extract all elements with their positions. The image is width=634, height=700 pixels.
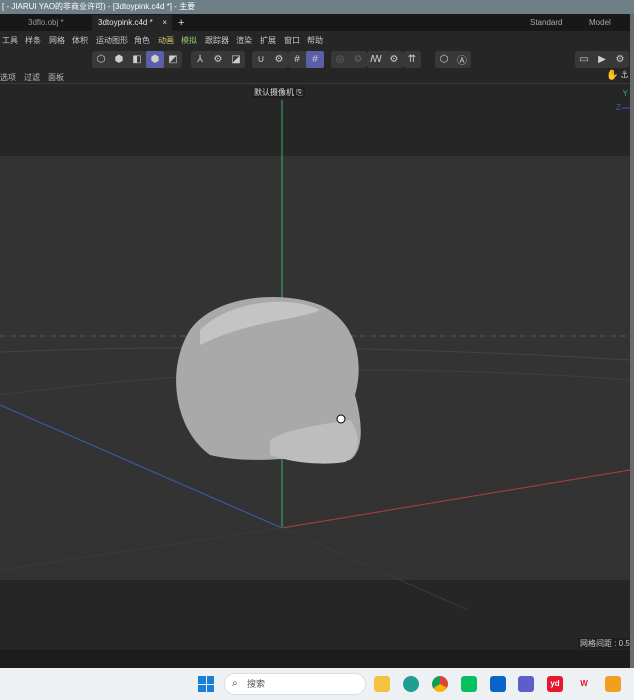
text-a-icon[interactable]: Ⓐ bbox=[453, 51, 471, 68]
pan-hand-icon[interactable]: ✋ bbox=[606, 70, 618, 81]
viewport-panel[interactable]: 面板 bbox=[48, 72, 64, 83]
windows-start-icon[interactable] bbox=[198, 676, 214, 692]
solo-icon[interactable]: ◪ bbox=[227, 51, 245, 68]
3d-viewport[interactable]: Y Z 默认摄像机 ⎘ 网格间距 : 0.5 cm bbox=[0, 84, 630, 650]
layout-model[interactable]: Model bbox=[589, 15, 611, 31]
texture-mode-icon[interactable]: ◩ bbox=[164, 51, 182, 68]
magnet-snap-icon[interactable]: ∪ bbox=[252, 51, 270, 68]
outlook-icon[interactable] bbox=[490, 676, 506, 692]
viewport-filter[interactable]: 过滤 bbox=[24, 72, 40, 83]
grid-lock-icon[interactable]: # bbox=[306, 51, 324, 68]
view-icon[interactable]: ⬡ bbox=[435, 51, 453, 68]
chrome-icon[interactable] bbox=[432, 676, 448, 692]
taskbar: ⌕ 搜索 yd W bbox=[0, 668, 634, 700]
wechat-icon[interactable] bbox=[461, 676, 477, 692]
tab-label: 3dtoypink.c4d * bbox=[98, 18, 153, 27]
grid-icon[interactable]: # bbox=[288, 51, 306, 68]
scene: Y Z bbox=[0, 84, 630, 650]
status-bar bbox=[0, 650, 630, 668]
edges-mode-icon[interactable]: ⬢ bbox=[110, 51, 128, 68]
snap-settings-gear-icon[interactable]: ⚙ bbox=[270, 51, 288, 68]
menu-mograph[interactable]: 运动图形 bbox=[96, 35, 128, 46]
render-play-icon[interactable]: ▶ bbox=[593, 51, 611, 68]
z-axis-label: Z bbox=[616, 103, 621, 112]
menu-help[interactable]: 帮助 bbox=[307, 35, 323, 46]
menu-volume[interactable]: 体积 bbox=[72, 35, 88, 46]
menu-simulation[interactable]: 模拟 bbox=[181, 35, 197, 46]
wps-icon[interactable]: W bbox=[576, 676, 592, 692]
camera-label-text: 默认摄像机 bbox=[254, 88, 294, 97]
grid-spacing: 网格间距 : 0.5 cm bbox=[578, 638, 630, 649]
viewport-menu: 选项 过滤 面板 ✋ ⚓ bbox=[0, 70, 630, 84]
target-gear-icon[interactable]: ⚙ bbox=[349, 51, 367, 68]
axis-settings-gear-icon[interactable]: ⚙ bbox=[209, 51, 227, 68]
close-tab-icon[interactable]: × bbox=[162, 15, 167, 31]
menu-character[interactable]: 角色 bbox=[134, 35, 150, 46]
camera-icon: ⎘ bbox=[296, 88, 303, 97]
menu-window[interactable]: 窗口 bbox=[284, 35, 300, 46]
menu-mesh[interactable]: 网格 bbox=[49, 35, 65, 46]
search-icon: ⌕ bbox=[232, 678, 238, 689]
polygons-mode-icon[interactable]: ◧ bbox=[128, 51, 146, 68]
symmetry-icon[interactable]: ꟿ bbox=[367, 51, 385, 68]
menu-tools[interactable]: 工具 bbox=[2, 35, 18, 46]
tab-3dflo[interactable]: 3dflo.obj * bbox=[28, 15, 64, 31]
align-icon[interactable]: ⇈ bbox=[403, 51, 421, 68]
move-view-icon[interactable]: ⚓ bbox=[620, 70, 629, 81]
file-explorer-icon[interactable] bbox=[374, 676, 390, 692]
window-title: [ - JIARUI YAO的非商业许可) - [3dtoypink.c4d *… bbox=[0, 0, 634, 14]
layout-standard[interactable]: Standard bbox=[530, 15, 562, 31]
tab-bar: 3dflo.obj * 3dtoypink.c4d * × + Standard … bbox=[0, 14, 630, 31]
teams-icon[interactable] bbox=[518, 676, 534, 692]
toolbar: ⬡ ⬢ ◧ ⬢ ◩ ⅄ ⚙ ◪ ∪ ⚙ # # ◎ ⚙ ꟿ ⚙ ⇈ ⬡ Ⓐ ▭ … bbox=[0, 49, 630, 70]
axis-icon[interactable]: ⅄ bbox=[191, 51, 209, 68]
search-placeholder: 搜索 bbox=[247, 679, 266, 689]
menu-animation[interactable]: 动画 bbox=[158, 35, 174, 46]
viewport-options[interactable]: 选项 bbox=[0, 72, 16, 83]
clapper-icon[interactable]: ▭ bbox=[575, 51, 593, 68]
y-axis-label: Y bbox=[623, 89, 629, 98]
taskbar-search[interactable]: ⌕ 搜索 bbox=[224, 673, 366, 695]
menu-extensions[interactable]: 扩展 bbox=[260, 35, 276, 46]
youdao-icon[interactable]: yd bbox=[547, 676, 563, 692]
new-tab-plus-icon[interactable]: + bbox=[178, 15, 184, 31]
model-mode-icon[interactable]: ⬢ bbox=[146, 51, 164, 68]
edge-icon[interactable] bbox=[403, 676, 419, 692]
menu-spline[interactable]: 样条 bbox=[25, 35, 41, 46]
menu-bar: 工具 样条 网格 体积 运动图形 角色 动画 模拟 跟踪器 渲染 扩展 窗口 帮… bbox=[0, 31, 630, 49]
tab-3dtoypink[interactable]: 3dtoypink.c4d * × bbox=[92, 15, 172, 31]
camera-label[interactable]: 默认摄像机 ⎘ bbox=[252, 87, 305, 98]
menu-render[interactable]: 渲染 bbox=[236, 35, 252, 46]
render-settings-icon[interactable]: ⚙ bbox=[611, 51, 629, 68]
3d-model-toy bbox=[176, 297, 361, 464]
points-mode-icon[interactable]: ⬡ bbox=[92, 51, 110, 68]
menu-tracker[interactable]: 跟踪器 bbox=[205, 35, 229, 46]
wps-office-icon[interactable] bbox=[605, 676, 621, 692]
symmetry-gear-icon[interactable]: ⚙ bbox=[385, 51, 403, 68]
target-icon[interactable]: ◎ bbox=[331, 51, 349, 68]
